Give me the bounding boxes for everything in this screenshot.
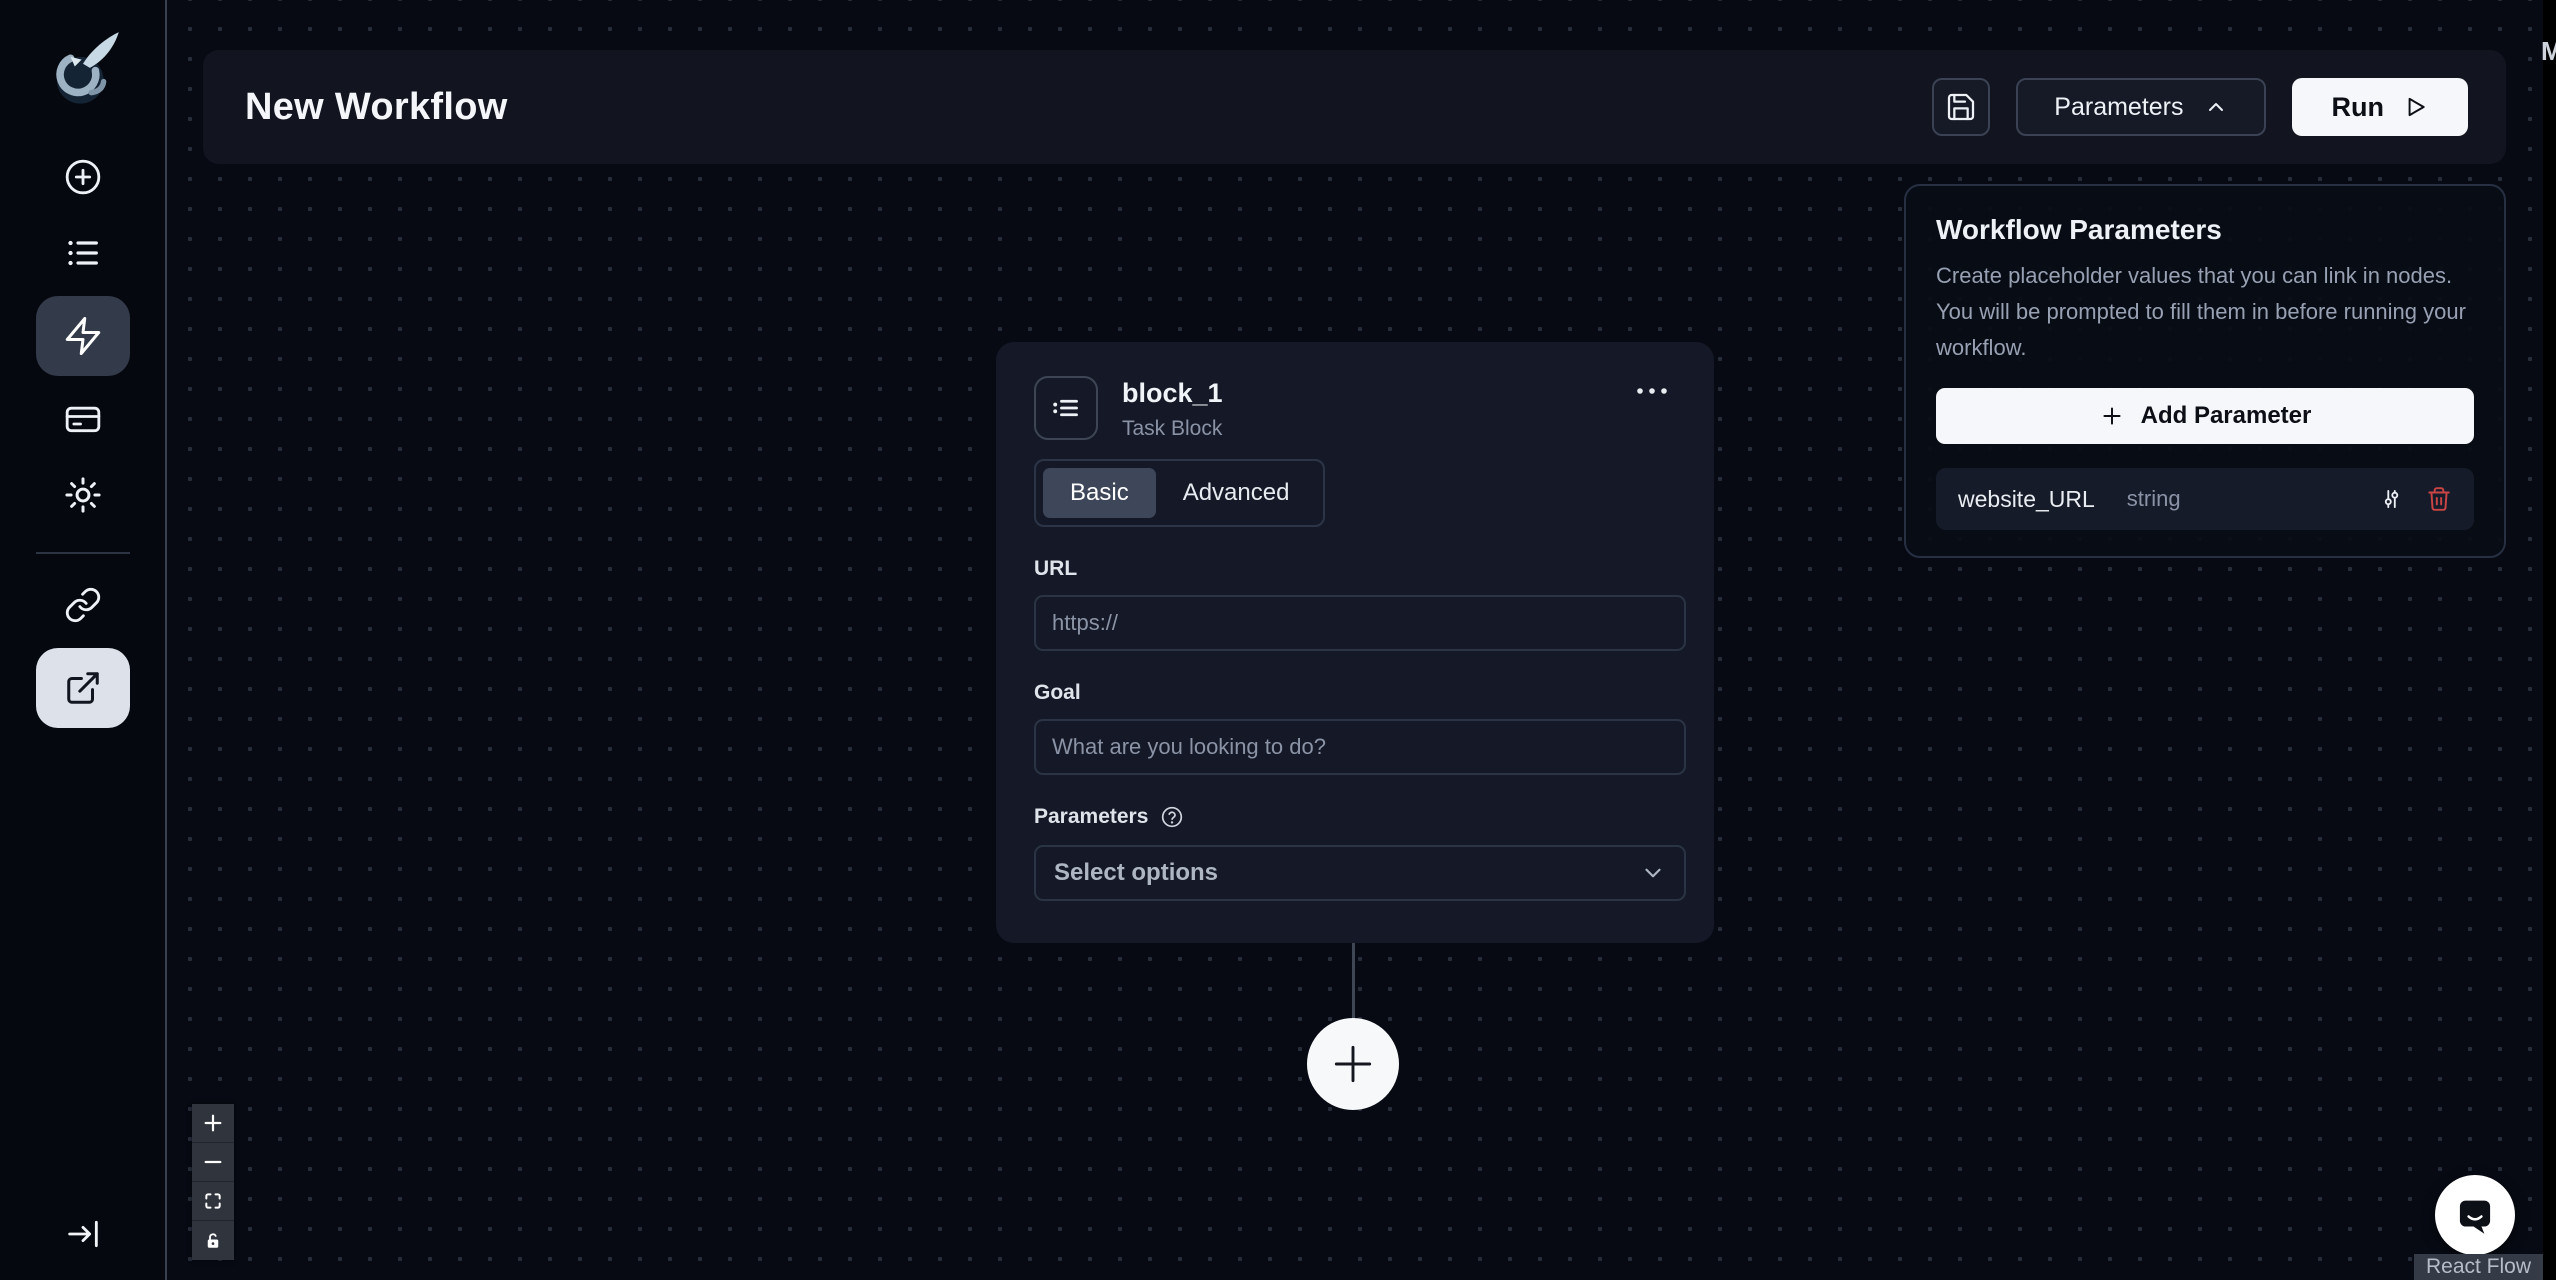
chevron-up-icon [2208,103,2223,111]
header-actions: Parameters Run [1932,78,2468,136]
edge-partial-text: M [2541,36,2556,66]
external-link-icon [66,672,99,704]
screen-edge-strip: M [2541,0,2556,1280]
sidebar-item-runs[interactable] [36,220,130,286]
save-button[interactable] [1932,78,1991,136]
sidebar-nav [35,144,130,738]
node-connector-edge [1352,943,1355,1021]
zoom-out-button[interactable] [192,1143,234,1182]
zoom-in-button[interactable] [192,1104,234,1143]
help-circle-icon[interactable] [1160,805,1184,829]
lightning-icon [65,317,100,355]
lock-icon [207,1232,219,1248]
parameter-row: website_URL string [1936,468,2474,530]
sidebar-item-settings[interactable] [36,462,130,528]
minus-icon [204,1160,222,1164]
parameters-label: Parameters [1034,805,1676,829]
floppy-disk-icon [1948,93,1975,121]
task-block-node[interactable]: block_1 Task Block Basic Advanced URL Go… [996,342,1714,943]
sidebar-item-billing[interactable] [36,386,130,452]
tab-advanced[interactable]: Advanced [1156,468,1317,518]
list-icon [1053,399,1078,417]
fit-view-icon [205,1193,221,1209]
tab-basic[interactable]: Basic [1043,468,1156,518]
block-titles: block_1 Task Block [1122,376,1223,441]
url-input[interactable] [1034,595,1686,651]
workflow-editor: New Workflow Parameters Run Workflow Par… [0,0,2556,1280]
sidebar-item-integrations[interactable] [36,572,130,638]
chat-bubble-icon [2459,1200,2491,1234]
parameters-button-label: Parameters [2054,92,2184,121]
list-icon [67,240,98,266]
arrow-right-to-line-icon [67,1220,98,1248]
run-button[interactable]: Run [2291,78,2468,136]
parameter-key: website_URL [1958,485,2095,512]
plus-circle-icon [65,159,100,195]
chat-button[interactable] [2435,1175,2515,1255]
sidebar-divider [35,552,130,554]
add-parameter-button[interactable]: Add Parameter [1936,388,2474,444]
parameters-toggle-button[interactable]: Parameters [2016,78,2266,136]
block-tabs: Basic Advanced [1034,459,1326,527]
sidebar-collapse-button[interactable] [63,1214,103,1254]
sidebar [0,0,167,1280]
canvas-controls [192,1104,234,1260]
parameters-select-value: Select options [1054,859,1219,886]
plus-icon [204,1114,222,1132]
add-node-button[interactable] [1307,1018,1399,1110]
block-type-label: Task Block [1122,417,1223,440]
parameters-select[interactable]: Select options [1034,845,1686,901]
parameter-row-actions [2378,486,2452,512]
sliders-icon[interactable] [2378,486,2404,512]
plus-icon [2103,407,2121,425]
block-name: block_1 [1122,378,1223,408]
fit-view-button[interactable] [192,1182,234,1221]
app-logo[interactable] [35,24,131,120]
block-icon-box [1034,376,1098,440]
run-button-label: Run [2331,91,2384,122]
workflow-parameters-panel: Workflow Parameters Create placeholder v… [1904,184,2506,558]
credit-card-icon [65,406,100,433]
ellipsis-icon [1637,388,1667,394]
react-flow-attribution[interactable]: React Flow [2413,1254,2543,1280]
block-menu-button[interactable] [1628,378,1676,404]
goal-label: Goal [1034,681,1081,704]
play-icon [2408,97,2425,117]
sidebar-item-create[interactable] [36,144,130,210]
lock-button[interactable] [192,1221,234,1260]
sidebar-item-external[interactable] [35,648,130,728]
panel-title: Workflow Parameters [1936,214,2222,245]
header-bar: New Workflow Parameters Run [203,50,2506,164]
trash-icon[interactable] [2426,486,2452,512]
panel-description: Create placeholder values that you can l… [1936,263,2466,360]
gear-icon [64,477,101,513]
workflow-title: New Workflow [245,85,508,128]
sidebar-item-workflows[interactable] [35,296,130,376]
block-header: block_1 Task Block [1034,376,1676,441]
add-parameter-label: Add Parameter [2140,402,2312,429]
chevron-down-icon [1640,860,1666,886]
parameters-label-text: Parameters [1034,805,1149,828]
link-icon [65,587,100,623]
url-label: URL [1034,557,1078,580]
dragon-logo-icon [55,32,119,104]
parameter-type: string [2126,486,2181,511]
plus-icon [1334,1045,1372,1083]
goal-input[interactable] [1034,719,1686,775]
